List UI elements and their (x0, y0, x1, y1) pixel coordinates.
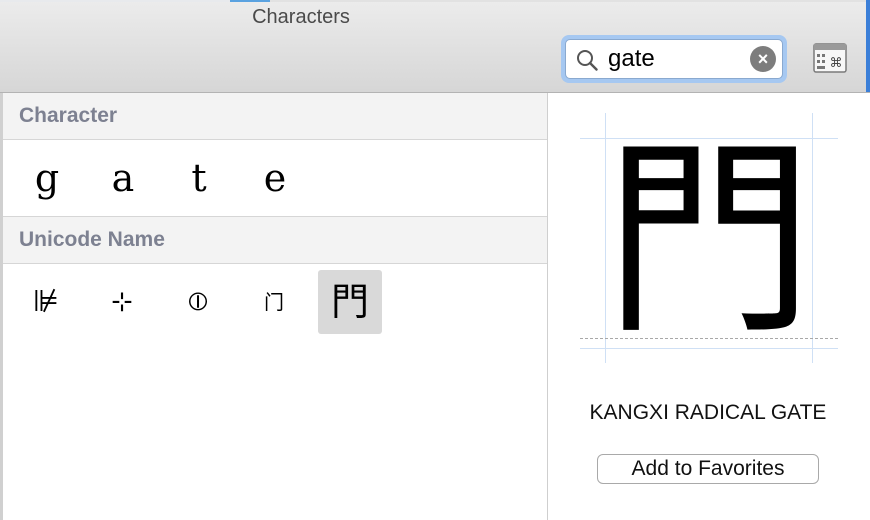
character-result[interactable]: a (95, 156, 151, 200)
character-result[interactable]: g (19, 156, 75, 200)
character-result[interactable]: e (247, 156, 303, 200)
results-pane: Character g a t e Unicode Name ⊯ ⊹ ⦶ 门 門 (0, 93, 547, 520)
character-results-row: g a t e (3, 140, 547, 217)
unicode-result-selected[interactable]: 門 (318, 270, 382, 334)
character-section-header: Character (3, 93, 547, 140)
unicode-results-row: ⊯ ⊹ ⦶ 门 門 (3, 264, 547, 334)
window-title: Characters (252, 6, 350, 28)
add-to-favorites-button[interactable]: Add to Favorites (597, 454, 819, 484)
glyph-preview: 門 (580, 113, 838, 363)
search-field[interactable]: × (565, 39, 783, 79)
search-field-focus-ring: × (561, 35, 787, 83)
window-top-edge (0, 0, 870, 2)
unicode-result[interactable]: 门 (242, 270, 306, 334)
unicode-name-section-title: Unicode Name (19, 228, 165, 251)
unicode-name-section-header: Unicode Name (3, 217, 547, 264)
character-section-title: Character (19, 104, 118, 127)
unicode-result[interactable]: ⦶ (166, 270, 230, 334)
character-result[interactable]: t (171, 156, 227, 200)
character-detail-pane: 門 KANGXI RADICAL GATE Add to Favorites (547, 93, 870, 520)
unicode-result[interactable]: ⊯ (14, 270, 78, 334)
unicode-result[interactable]: ⊹ (90, 270, 154, 334)
window-edge-accent (866, 0, 870, 92)
search-input[interactable] (608, 44, 748, 74)
magnifier-icon (577, 50, 598, 71)
clear-search-icon[interactable]: × (750, 46, 776, 72)
character-name: KANGXI RADICAL GATE (589, 401, 827, 424)
keyboard-viewer-icon[interactable]: ⌘ (813, 43, 847, 73)
large-glyph: 門 (603, 118, 814, 363)
toolbar: Characters × ⌘ (0, 0, 870, 93)
svg-text:⌘: ⌘ (830, 56, 843, 71)
